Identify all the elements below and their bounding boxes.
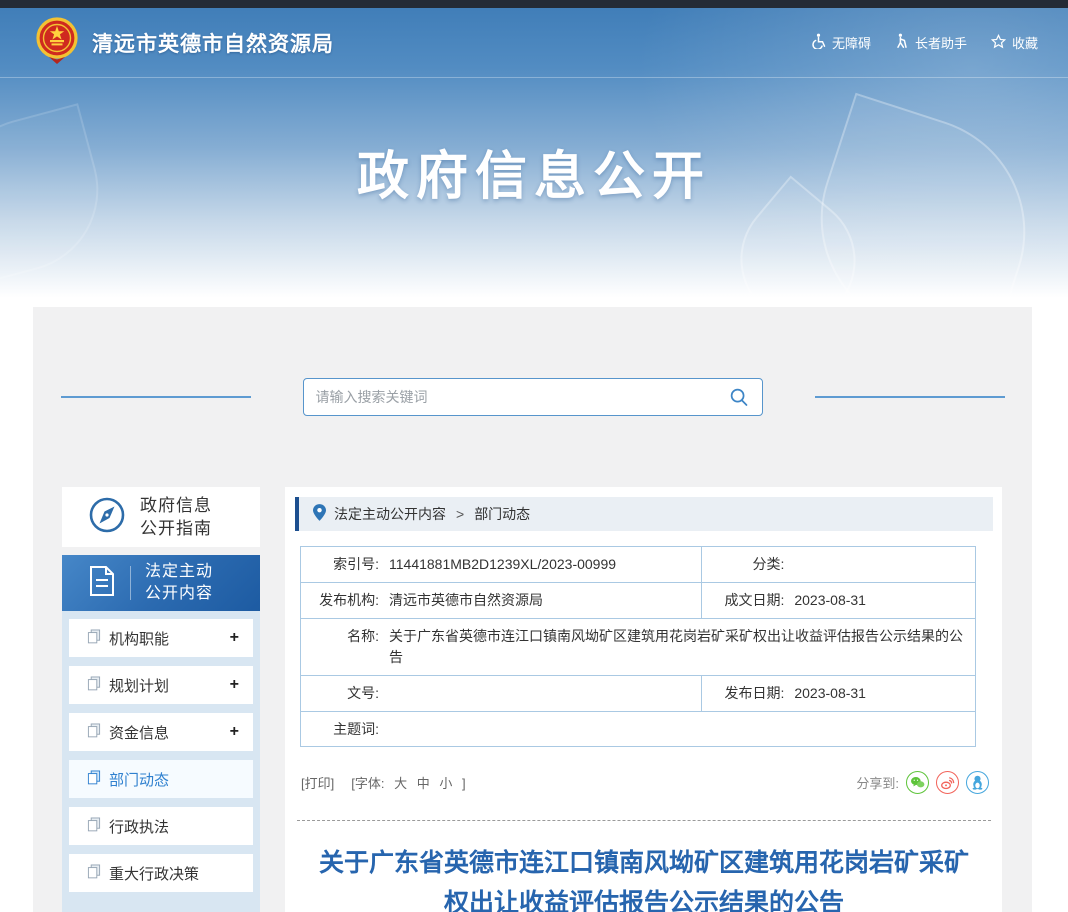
sidebar-item-guide-label: 政府信息 公开指南 [140, 494, 212, 540]
expand-plus-icon[interactable]: + [230, 676, 239, 694]
site-header: 清远市英德市自然资源局 无障碍 [0, 8, 1068, 78]
sidebar-item-law-enforcement[interactable]: 行政执法 [69, 807, 253, 845]
national-emblem-icon [34, 16, 80, 69]
sidebar-item-department-news[interactable]: 部门动态 [69, 760, 253, 798]
elder-assistant-link[interactable]: 长者助手 [895, 33, 967, 52]
banner-title: 政府信息公开 [0, 78, 1068, 209]
main-panel: 法定主动公开内容 > 部门动态 索引号: 11441881MB2D1239XL/… [285, 487, 1002, 912]
font-size-label: [字体: [351, 776, 384, 791]
doc-copy-icon [87, 629, 101, 648]
weibo-share-icon[interactable] [936, 771, 959, 794]
star-icon [991, 34, 1006, 52]
breadcrumb-separator: > [456, 506, 464, 522]
content-row: 政府信息 公开指南 法定主动 公开内容 [33, 487, 1032, 912]
sidebar-item-statutory-disclosure[interactable]: 法定主动 公开内容 [62, 555, 260, 611]
compass-icon [88, 496, 126, 539]
site-brand[interactable]: 清远市英德市自然资源局 [34, 16, 334, 69]
index-no-value: 11441881MB2D1239XL/2023-00999 [389, 554, 693, 575]
doc-copy-icon [87, 817, 101, 836]
article-title: 关于广东省英德市连江口镇南风坳矿区建筑用花岗岩矿采矿权出让收益评估报告公示结果的… [314, 843, 974, 912]
sidebar-item-statutory-label: 法定主动 公开内容 [145, 561, 213, 605]
category-value [794, 554, 967, 574]
sidebar-item-guide[interactable]: 政府信息 公开指南 [62, 487, 260, 547]
table-row: 文号: 发布日期: 2023-08-31 [301, 676, 976, 712]
search-input[interactable] [316, 389, 728, 405]
article-tools: [打印] [字体: 大 中 小 ] 分享到: [301, 771, 989, 794]
sidebar-item-agency-functions[interactable]: 机构职能 + [69, 619, 253, 657]
written-date-value: 2023-08-31 [794, 590, 967, 611]
top-strip [0, 0, 1068, 8]
expand-plus-icon[interactable]: + [230, 723, 239, 741]
doc-copy-icon [87, 864, 101, 883]
wechat-share-icon[interactable] [906, 771, 929, 794]
accessibility-link[interactable]: 无障碍 [811, 33, 871, 52]
site-title: 清远市英德市自然资源局 [92, 28, 334, 58]
publisher-label: 发布机构: [301, 590, 389, 611]
share-bar: 分享到: [856, 771, 989, 794]
name-label: 名称: [301, 626, 389, 668]
font-size-controls: [字体: 大 中 小 ] [348, 773, 468, 792]
font-size-large-button[interactable]: 大 [394, 776, 407, 791]
expand-plus-icon[interactable]: + [230, 629, 239, 647]
doc-copy-icon [87, 676, 101, 695]
document-meta-table: 索引号: 11441881MB2D1239XL/2023-00999 分类: [300, 546, 976, 747]
font-size-small-button[interactable]: 小 [439, 776, 452, 791]
search-box [303, 378, 763, 416]
category-label: 分类: [702, 554, 794, 574]
share-label: 分享到: [856, 773, 899, 792]
doc-no-label: 文号: [301, 683, 389, 703]
sidebar-item-major-decisions[interactable]: 重大行政决策 [69, 854, 253, 892]
document-icon [88, 565, 116, 602]
decorative-line-left [61, 396, 251, 398]
keywords-label: 主题词: [301, 719, 389, 739]
table-row: 发布机构: 清远市英德市自然资源局 成文日期: 2023-08-31 [301, 583, 976, 619]
sidebar: 政府信息 公开指南 法定主动 公开内容 [62, 487, 260, 912]
elder-icon [895, 33, 909, 52]
header-links: 无障碍 长者助手 收藏 [811, 33, 1038, 52]
print-button[interactable]: [打印] [301, 773, 334, 792]
search-section [33, 307, 1032, 487]
font-size-label-close: ] [462, 776, 466, 791]
table-row: 索引号: 11441881MB2D1239XL/2023-00999 分类: [301, 547, 976, 583]
doc-no-value [389, 683, 693, 703]
index-no-label: 索引号: [301, 554, 389, 575]
table-row: 名称: 关于广东省英德市连江口镇南风坳矿区建筑用花岗岩矿采矿权出让收益评估报告公… [301, 619, 976, 676]
dashed-divider [297, 820, 991, 821]
doc-copy-icon [87, 770, 101, 789]
qq-share-icon[interactable] [966, 771, 989, 794]
publish-date-label: 发布日期: [702, 683, 794, 704]
breadcrumb: 法定主动公开内容 > 部门动态 [295, 497, 993, 531]
favorite-link[interactable]: 收藏 [991, 33, 1038, 52]
sidebar-item-planning[interactable]: 规划计划 + [69, 666, 253, 704]
keywords-value [389, 719, 967, 739]
page-banner: 清远市英德市自然资源局 无障碍 [0, 0, 1068, 307]
doc-copy-icon [87, 723, 101, 742]
font-size-medium-button[interactable]: 中 [417, 776, 430, 791]
content-wrapper: 政府信息 公开指南 法定主动 公开内容 [33, 307, 1032, 912]
written-date-label: 成文日期: [702, 590, 794, 611]
publisher-value: 清远市英德市自然资源局 [389, 590, 693, 611]
accessibility-icon [811, 33, 826, 52]
breadcrumb-current[interactable]: 部门动态 [474, 504, 530, 524]
name-value: 关于广东省英德市连江口镇南风坳矿区建筑用花岗岩矿采矿权出让收益评估报告公示结果的… [389, 626, 967, 668]
decorative-line-right [815, 396, 1005, 398]
table-row: 主题词: [301, 712, 976, 747]
search-icon[interactable] [728, 386, 750, 408]
sidebar-item-funding-info[interactable]: 资金信息 + [69, 713, 253, 751]
sidebar-menu: 机构职能 + 规划计划 + 资金信息 + [62, 611, 260, 912]
location-pin-icon [313, 504, 326, 524]
divider [130, 566, 131, 600]
publish-date-value: 2023-08-31 [794, 683, 967, 704]
breadcrumb-section[interactable]: 法定主动公开内容 [334, 504, 446, 524]
